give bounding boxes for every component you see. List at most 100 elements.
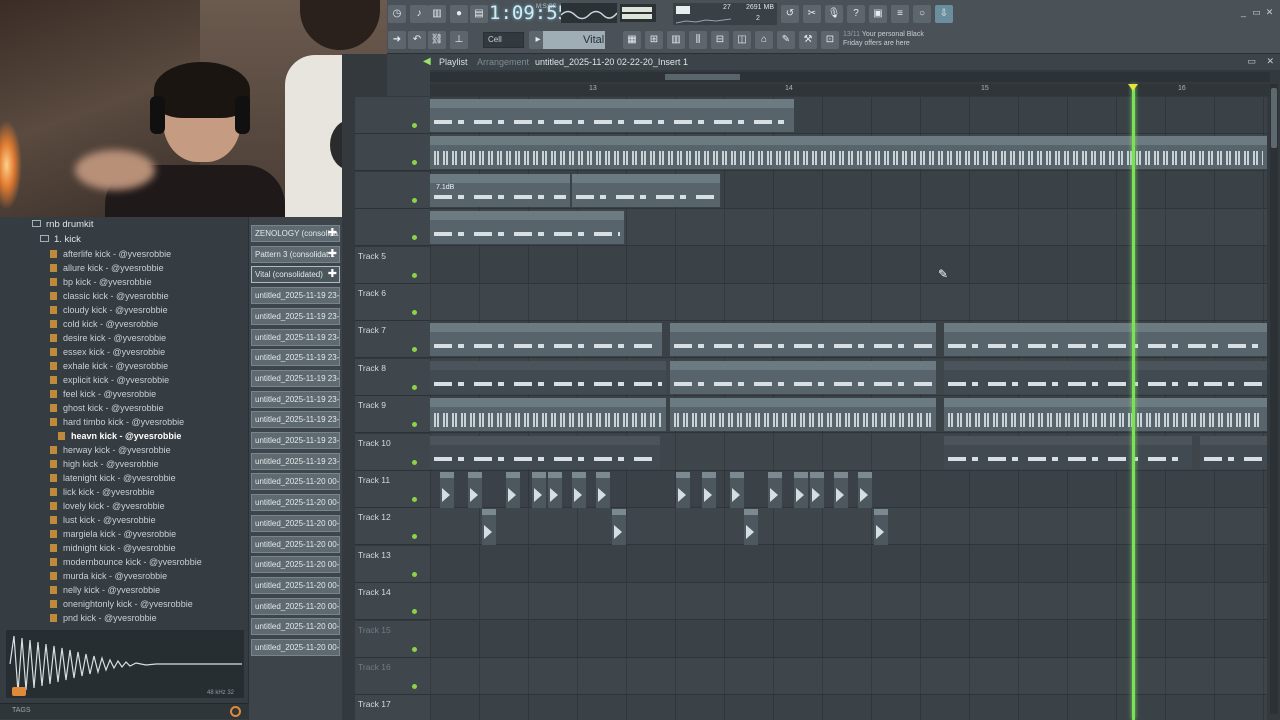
mixer-faders-icon[interactable]: ⫼ (689, 31, 707, 49)
time-format-label[interactable]: M:S:CS (536, 4, 557, 10)
pattern-song-icon[interactable]: ▤ (470, 5, 488, 23)
pattern-clip[interactable] (834, 472, 848, 508)
picker-item[interactable]: untitled_2025-11-20 00-... (251, 514, 340, 532)
track-mute-led-icon[interactable] (412, 384, 417, 390)
track-header[interactable]: Track 17 (355, 695, 430, 720)
track-mute-led-icon[interactable] (412, 197, 417, 203)
picker-item[interactable]: untitled_2025-11-19 23-... (251, 349, 340, 367)
playlist-clip[interactable]: NEMZZZ - BPM [OFFICIAL VIDEO] - Nemzzz_d… (430, 136, 1267, 170)
playlist-clip[interactable]: untitled_2025-11-20 02-21-05_Insert 1 (430, 99, 794, 132)
playlist-clip[interactable]: ZENOLOGY (1200, 435, 1267, 469)
playlist-clip[interactable]: ZENOLOGY (consolidated) (430, 398, 666, 432)
search-icon[interactable] (230, 706, 241, 717)
channel-rack-icon[interactable]: ⊟ (711, 31, 729, 49)
browser-file-item[interactable]: onenightonly kick - @yvesrobbie (50, 597, 193, 611)
pattern-clip[interactable] (506, 472, 520, 508)
browser-file-item[interactable]: afterlife kick - @yvesrobbie (50, 247, 171, 261)
undo-icon[interactable]: ↺ (781, 5, 799, 23)
download-icon[interactable]: ⇩ (935, 5, 953, 23)
browser-file-item[interactable]: lovely kick - @yvesrobbie (50, 499, 165, 513)
piano-roll-icon[interactable]: ▥ (667, 31, 685, 49)
pattern-clip[interactable] (730, 472, 744, 508)
undo-history-icon[interactable]: ↶ (408, 31, 426, 49)
cut-icon[interactable]: ✂ (803, 5, 821, 23)
news-panel[interactable]: 13/11 Your personal Black Friday offers … (843, 30, 953, 51)
playlist-current-clip[interactable]: untitled_2025-11-20 02-22-20_Insert 1 (535, 57, 688, 67)
pattern-clip[interactable] (532, 472, 546, 508)
window-close-icon[interactable]: ✕ (1266, 56, 1274, 67)
track-mute-led-icon[interactable] (412, 609, 417, 615)
pattern-clip[interactable] (676, 472, 690, 508)
track-header[interactable]: Track 8 (355, 358, 430, 396)
track-header[interactable]: Track 6 (355, 284, 430, 321)
track-mute-led-icon[interactable] (412, 347, 417, 353)
picker-item[interactable]: untitled_2025-11-20 00-... (251, 618, 340, 636)
track-mute-led-icon[interactable] (412, 459, 417, 465)
picker-item[interactable]: Vital (consolidated) ✚ (251, 266, 340, 284)
track-header[interactable]: Track 9 (355, 396, 430, 434)
playlist-clip[interactable]: ZENOLOGY (consolidated) (670, 398, 936, 432)
track-lane[interactable] (430, 247, 1267, 284)
vertical-scrollbar[interactable] (1270, 84, 1278, 714)
picker-item[interactable]: untitled_2025-11-19 23-... (251, 452, 340, 470)
browser-file-item[interactable]: allure kick - @yvesrobbie (50, 261, 164, 275)
preview-play-icon[interactable] (12, 687, 26, 696)
stamp-icon[interactable]: ⊥ (450, 31, 468, 49)
sample-preview[interactable]: 48 kHz 32 (6, 630, 244, 698)
browser-file-item[interactable]: nelly kick - @yvesrobbie (50, 583, 160, 597)
pattern-clip[interactable] (874, 509, 888, 546)
pattern-clip[interactable] (572, 472, 586, 508)
pattern-clip[interactable] (744, 509, 758, 546)
track-mute-led-icon[interactable] (412, 160, 417, 166)
track-mute-led-icon[interactable] (412, 534, 417, 540)
browser-file-item[interactable]: latenight kick - @yvesrobbie (50, 471, 176, 485)
pattern-clip[interactable] (858, 472, 872, 508)
playlist-clip[interactable]: Vital (consolidated) (944, 323, 1267, 357)
browser-file-item[interactable]: pnd kick - @yvesrobbie (50, 611, 157, 625)
browser-file-item[interactable]: high kick - @yvesrobbie (50, 457, 159, 471)
track-lane[interactable] (430, 508, 1267, 546)
pattern-clip[interactable] (596, 472, 610, 508)
pattern-clip[interactable] (810, 472, 824, 508)
track-header[interactable]: Track 7 (355, 321, 430, 359)
pattern-clip[interactable] (612, 509, 626, 546)
track-header[interactable]: Track 14 (355, 583, 430, 621)
pattern-clip[interactable] (702, 472, 716, 508)
metronome-icon[interactable]: ♪ (410, 5, 428, 23)
browser-file-item[interactable]: bp kick - @yvesrobbie (50, 275, 152, 289)
pattern-clip[interactable] (468, 472, 482, 508)
track-mute-led-icon[interactable] (412, 272, 417, 278)
playhead-marker-icon[interactable] (1128, 84, 1138, 91)
tools-icon[interactable]: ⚒ (799, 31, 817, 49)
browser-file-item[interactable]: lick kick - @yvesrobbie (50, 485, 155, 499)
track-mute-led-icon[interactable] (412, 123, 417, 128)
browser-file-item[interactable]: desire kick - @yvesrobbie (50, 331, 166, 345)
playlist-clip[interactable]: Vital (430, 360, 666, 394)
timeline-ruler[interactable]: 13 14 15 16 (430, 84, 1270, 96)
play-icon[interactable]: ◀ (423, 56, 431, 67)
browser-file-item[interactable]: margiela kick - @yvesrobbie (50, 527, 176, 541)
add-icon[interactable]: ✚ (328, 267, 337, 281)
pattern-clip[interactable] (768, 472, 782, 508)
picker-item[interactable]: untitled_2025-11-20 00-... (251, 639, 340, 656)
track-mute-led-icon[interactable] (412, 571, 417, 577)
playlist-clip[interactable]: ZENOLOGY (944, 435, 1192, 469)
playlist-clip[interactable]: Vital (1200, 360, 1267, 394)
playlist-clip[interactable]: Vital (670, 360, 936, 394)
picker-item[interactable]: untitled_2025-11-20 00-... (251, 473, 340, 491)
browser-file-item[interactable]: cold kick - @yvesrobbie (50, 317, 158, 331)
pattern-clip[interactable] (548, 472, 562, 508)
track-lane[interactable] (430, 284, 1267, 321)
scrollbar-thumb[interactable] (1271, 88, 1277, 148)
track-lane[interactable] (430, 546, 1267, 583)
browser-subfolder-row[interactable]: 1. kick (40, 233, 81, 247)
track-lane[interactable] (430, 621, 1267, 658)
transport-mode-icon[interactable]: ◷ (388, 5, 406, 23)
overview-strip[interactable] (430, 72, 1270, 82)
track-mute-led-icon[interactable] (412, 422, 417, 428)
browser-file-item[interactable]: cloudy kick - @yvesrobbie (50, 303, 168, 317)
browser-file-item[interactable]: essex kick - @yvesrobbie (50, 345, 165, 359)
overview-window[interactable] (665, 74, 740, 80)
browser-file-item[interactable]: murda kick - @yvesrobbie (50, 569, 167, 583)
playlist-clip[interactable]: ZENOLOGY (consolidated) (944, 398, 1267, 432)
